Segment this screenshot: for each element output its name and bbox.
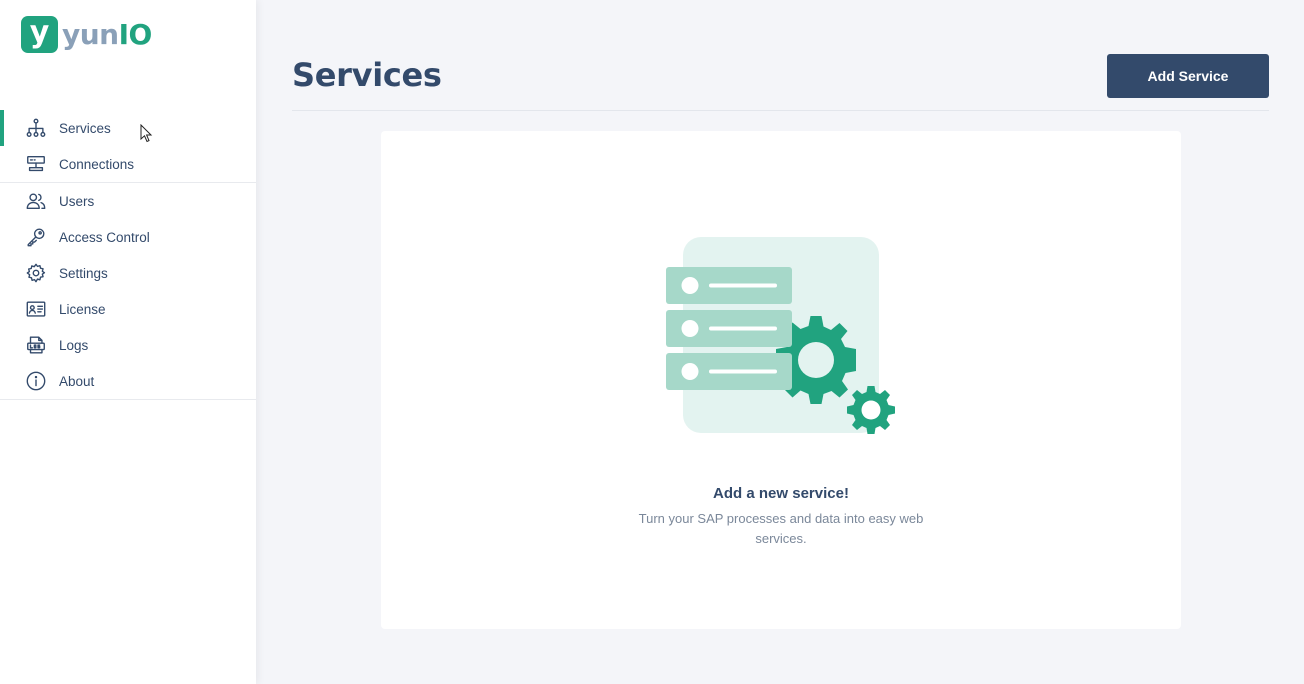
sidebar-item-label: Users xyxy=(59,193,95,209)
logo-mark: y xyxy=(21,16,58,53)
sidebar-item-services[interactable]: Services xyxy=(0,110,256,146)
sidebar-item-label: Services xyxy=(59,120,111,136)
sidebar-item-label: Access Control xyxy=(59,229,150,245)
id-card-icon xyxy=(24,297,48,321)
sidebar-item-settings[interactable]: Settings xyxy=(0,255,256,291)
sidebar-item-users[interactable]: Users xyxy=(0,183,256,219)
users-icon xyxy=(24,189,48,213)
server-rack-1 xyxy=(666,267,792,304)
sidebar-item-access-control[interactable]: Access Control xyxy=(0,219,256,255)
key-icon xyxy=(24,225,48,249)
empty-state-subtitle: Turn your SAP processes and data into ea… xyxy=(638,511,924,546)
sidebar-nav: Services Connections Users Access Contro… xyxy=(0,110,256,400)
sidebar-item-license[interactable]: License xyxy=(0,291,256,327)
server-rack-2 xyxy=(666,310,792,347)
logs-icon xyxy=(24,333,48,357)
sidebar-item-label: Connections xyxy=(59,156,135,172)
server-rack-3 xyxy=(666,353,792,390)
header-divider xyxy=(292,110,1269,111)
sidebar-item-logs[interactable]: Logs xyxy=(0,327,256,363)
connection-icon xyxy=(24,152,48,176)
nav-divider xyxy=(0,399,256,400)
mouse-cursor-icon xyxy=(140,124,153,143)
sidebar-item-about[interactable]: About xyxy=(0,363,256,399)
page-title: Services xyxy=(292,56,442,94)
sidebar-item-connections[interactable]: Connections xyxy=(0,146,256,182)
empty-state-title: Add a new service! xyxy=(713,485,849,502)
sitemap-icon xyxy=(24,116,48,140)
sidebar-item-label: Settings xyxy=(59,265,108,281)
sidebar: y yunIO Services Connections Users Acces… xyxy=(0,0,256,684)
gear-icon xyxy=(24,261,48,285)
empty-state-card: Add a new service! Turn your SAP process… xyxy=(381,131,1181,629)
logo-text: yunIO xyxy=(62,18,152,51)
add-service-button[interactable]: Add Service xyxy=(1107,54,1269,98)
sidebar-item-label: Logs xyxy=(59,337,89,353)
app-logo[interactable]: y yunIO xyxy=(21,16,152,53)
servers-with-gears-illustration xyxy=(666,237,895,434)
sidebar-item-label: License xyxy=(59,301,106,317)
sidebar-item-label: About xyxy=(59,373,95,389)
info-icon xyxy=(24,369,48,393)
